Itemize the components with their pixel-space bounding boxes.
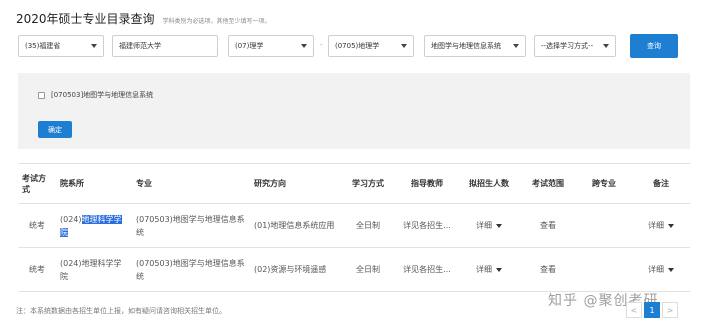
category-select[interactable]: (07)理学	[228, 35, 314, 57]
col-header-scope: 考试范围	[520, 163, 576, 204]
cross-cell	[576, 247, 632, 292]
dept-cell: (024)地理科学学院	[56, 247, 132, 292]
separator: -	[320, 41, 323, 49]
confirm-button[interactable]: 确定	[38, 121, 72, 138]
col-header-major: 专业	[132, 163, 250, 204]
caret-down-icon	[668, 223, 674, 228]
col-header-exam: 考试方式	[18, 163, 56, 204]
discipline-select[interactable]: (0705)地理学	[328, 35, 414, 57]
quota-label: 详细	[476, 221, 492, 230]
col-header-cross: 跨专业	[576, 163, 632, 204]
note-dropdown[interactable]: 详细	[632, 247, 690, 292]
exam-cell: 统考	[18, 203, 56, 248]
major-checkbox[interactable]	[38, 91, 45, 99]
col-header-advisor: 指导教师	[396, 163, 458, 204]
province-select[interactable]: (35)福建省	[18, 35, 104, 57]
major-option-label: [070503]地图学与地理信息系统	[51, 91, 154, 99]
note-label: 详细	[648, 221, 664, 230]
prev-page-button[interactable]: <	[626, 302, 642, 318]
table-row: 统考 (024)地理科学学院 (070503)地图学与地理信息系统 (01)地理…	[18, 203, 690, 248]
direction-cell: (01)地理信息系统应用	[250, 203, 340, 248]
major-option[interactable]: [070503]地图学与地理信息系统	[38, 90, 153, 100]
quota-dropdown[interactable]: 详细	[458, 203, 520, 248]
page-header: 2020年硕士专业目录查询 学科类别为必选项，其他至少填写一项。	[16, 10, 271, 27]
col-header-dept: 院系所	[56, 163, 132, 204]
page-1-button[interactable]: 1	[644, 302, 660, 318]
chevron-down-icon	[401, 44, 407, 48]
major-panel: [070503]地图学与地理信息系统 确定	[18, 73, 690, 149]
caret-down-icon	[496, 223, 502, 228]
table-row: 统考 (024)地理科学学院 (070503)地图学与地理信息系统 (02)资源…	[18, 247, 690, 292]
scope-link[interactable]: 查看	[520, 203, 576, 248]
discipline-value: (0705)地理学	[335, 42, 380, 50]
pagination: < 1 >	[624, 302, 678, 318]
university-value: 福建师范大学	[119, 42, 161, 50]
study-mode-value: --选择学习方式--	[541, 42, 594, 50]
next-page-button[interactable]: >	[662, 302, 678, 318]
col-header-quota: 拟招生人数	[458, 163, 520, 204]
university-input[interactable]: 福建师范大学	[112, 35, 218, 57]
quota-dropdown[interactable]: 详细	[458, 247, 520, 292]
chevron-down-icon	[603, 44, 609, 48]
scope-link[interactable]: 查看	[520, 247, 576, 292]
mode-cell: 全日制	[340, 247, 396, 292]
study-mode-select[interactable]: --选择学习方式--	[534, 35, 616, 57]
category-value: (07)理学	[235, 42, 264, 50]
col-header-note: 备注	[632, 163, 690, 204]
dept-cell: (024)地理科学学院	[56, 203, 132, 248]
mode-cell: 全日制	[340, 203, 396, 248]
note-label: 详细	[648, 265, 664, 274]
advisor-cell: 详见各招生...	[396, 203, 458, 248]
major-value: 地图学与地理信息系统	[431, 42, 501, 50]
caret-down-icon	[668, 267, 674, 272]
page-title: 2020年硕士专业目录查询	[16, 12, 155, 26]
query-button[interactable]: 查询	[630, 34, 678, 58]
results-table: 考试方式 院系所 专业 研究方向 学习方式 指导教师 拟招生人数 考试范围 跨专…	[18, 163, 690, 292]
page-hint: 学科类别为必选项，其他至少填写一项。	[162, 18, 271, 25]
chevron-down-icon	[301, 44, 307, 48]
chevron-down-icon	[91, 44, 97, 48]
province-value: (35)福建省	[25, 42, 61, 50]
dept-prefix: (024)	[60, 214, 82, 224]
major-select[interactable]: 地图学与地理信息系统	[424, 35, 526, 57]
note-dropdown[interactable]: 详细	[632, 203, 690, 248]
filter-bar: (35)福建省 福建师范大学 (07)理学 - (0705)地理学 地图学与地理…	[18, 34, 678, 58]
cross-cell	[576, 203, 632, 248]
direction-cell: (02)资源与环境遥感	[250, 247, 340, 292]
table-header-row: 考试方式 院系所 专业 研究方向 学习方式 指导教师 拟招生人数 考试范围 跨专…	[18, 163, 690, 204]
footnote: 注：本系统数据由各招生单位上报，如有疑问请咨询相关招生单位。	[16, 307, 226, 315]
col-header-direction: 研究方向	[250, 163, 340, 204]
advisor-cell: 详见各招生...	[396, 247, 458, 292]
caret-down-icon	[496, 267, 502, 272]
major-cell: (070503)地图学与地理信息系统	[132, 247, 250, 292]
chevron-down-icon	[513, 44, 519, 48]
major-cell: (070503)地图学与地理信息系统	[132, 203, 250, 248]
quota-label: 详细	[476, 265, 492, 274]
col-header-mode: 学习方式	[340, 163, 396, 204]
exam-cell: 统考	[18, 247, 56, 292]
